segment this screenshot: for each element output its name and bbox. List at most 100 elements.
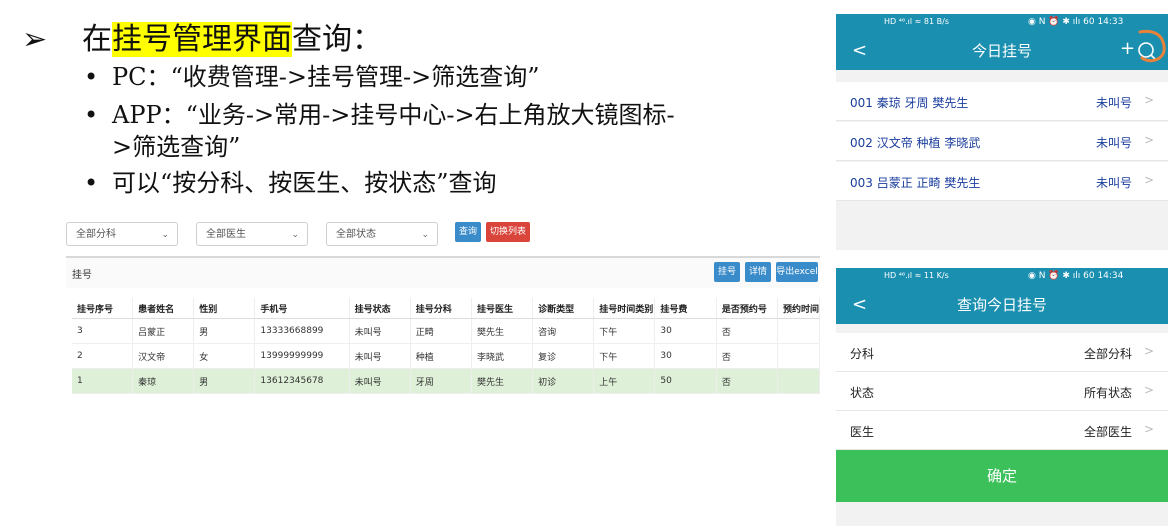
- list-item[interactable]: 003 吕蒙正 正畸 樊先生 未叫号 >: [836, 162, 1168, 201]
- list-item-text: 002 汉文帝 种植 李晓武: [850, 136, 981, 150]
- list-item-status: 未叫号: [1095, 96, 1132, 110]
- details-button[interactable]: 详情: [745, 262, 771, 282]
- select-value: 全部医生: [206, 229, 246, 240]
- column-header[interactable]: 挂号序号: [72, 298, 134, 319]
- option-value: 所有状态: [1083, 386, 1132, 400]
- bullet-app: • APP：“业务->常用->挂号中心->右上角放大镜图标-: [84, 100, 675, 130]
- table-cell: 李晓武: [471, 343, 534, 369]
- table-cell: 1: [72, 368, 134, 394]
- pc-registration-panel: 全部分科 ⌄ 全部医生 ⌄ 全部状态 ⌄ 查询 切换列表 挂号 挂号 详情 导出…: [66, 218, 821, 410]
- table-cell: 下午: [593, 343, 656, 369]
- table-cell: 否: [716, 343, 778, 369]
- app-header: HD ⁴⁶.ıl ≈ 11 K/s ◉ N ⏰ ✱ ılı 60 14:34 <…: [836, 268, 1168, 324]
- table-cell: [777, 318, 821, 344]
- table-cell: 13999999999: [254, 343, 350, 369]
- table-cell: 13333668899: [254, 318, 350, 344]
- table-cell: [777, 368, 821, 394]
- slide-heading: ➢ 在挂号管理界面查询：: [22, 14, 382, 58]
- column-header[interactable]: 诊断类型: [532, 298, 595, 319]
- status-left: HD ⁴⁶.ıl ≈ 81 B/s: [884, 17, 949, 26]
- table-row[interactable]: 3 吕蒙正男 13333668899 未叫号 正畸 樊先生 咨询 下午 30 否: [72, 318, 821, 344]
- chevron-down-icon: ⌄: [421, 230, 429, 240]
- chevron-right-icon: >: [1143, 93, 1154, 107]
- confirm-button[interactable]: 确定: [836, 450, 1168, 502]
- column-header[interactable]: 挂号分科: [410, 298, 472, 319]
- table-cell: 30: [654, 318, 717, 344]
- column-header[interactable]: 挂号费: [654, 298, 717, 319]
- registration-toolbar: 挂号 挂号 详情 导出excel: [66, 256, 820, 288]
- table-row[interactable]: 1 秦琼男 13612345678 未叫号 牙周 樊先生 初诊 上午 50 否: [72, 368, 821, 394]
- bullet-dot: •: [84, 169, 99, 197]
- table-cell: 上午: [593, 368, 656, 394]
- table-cell: 男: [193, 368, 256, 394]
- table-cell: 种植: [410, 343, 472, 369]
- table-cell: 咨询: [532, 318, 595, 344]
- table-cell: 否: [716, 318, 778, 344]
- table-header-row: 挂号序号 患者姓名 性别 手机号 挂号状态 挂号分科 挂号医生 诊断类型 挂号时间类别 挂号费 是否…: [72, 298, 821, 319]
- select-value: 全部状态: [336, 229, 376, 240]
- query-button[interactable]: 查询: [455, 222, 481, 242]
- heading-suffix: 查询：: [292, 22, 382, 57]
- switch-list-button[interactable]: 切换列表: [486, 222, 530, 242]
- register-button[interactable]: 挂号: [714, 262, 740, 282]
- export-excel-button[interactable]: 导出excel: [776, 262, 818, 282]
- column-header[interactable]: 患者姓名: [132, 298, 195, 319]
- table-cell: 男: [193, 318, 256, 344]
- status-filter-select[interactable]: 全部状态 ⌄: [326, 222, 438, 246]
- status-option[interactable]: 状态 所有状态 >: [836, 372, 1168, 411]
- table-row[interactable]: 2 汉文帝女 13999999999 未叫号 种植 李晓武 复诊 下午 30 否: [72, 343, 821, 369]
- arrow-bullet-icon: ➢: [22, 22, 48, 57]
- bullet-dot: •: [84, 63, 99, 91]
- chevron-down-icon: ⌄: [161, 230, 169, 240]
- list-item-text: 003 吕蒙正 正畸 樊先生: [850, 176, 981, 190]
- option-value: 全部分科: [1083, 347, 1132, 361]
- status-right: ◉ N ⏰ ✱ ılı 60 14:33: [1028, 17, 1124, 27]
- column-header[interactable]: 挂号医生: [471, 298, 534, 319]
- chevron-right-icon: >: [1143, 344, 1154, 358]
- list-item[interactable]: 002 汉文帝 种植 李晓武 未叫号 >: [836, 122, 1168, 161]
- add-icon[interactable]: +: [1120, 38, 1135, 59]
- bullet-app-cont: >筛选查询”: [112, 132, 240, 162]
- column-header[interactable]: 手机号: [254, 298, 350, 319]
- bullet-text: APP：“业务->常用->挂号中心->右上角放大镜图标-: [112, 101, 675, 129]
- table-cell: 复诊: [532, 343, 595, 369]
- status-left: HD ⁴⁶.ıl ≈ 11 K/s: [884, 271, 949, 280]
- table-cell: 秦琼: [132, 368, 195, 394]
- chevron-right-icon: >: [1143, 133, 1154, 147]
- department-option[interactable]: 分科 全部分科 >: [836, 333, 1168, 372]
- table-cell: 30: [654, 343, 717, 369]
- status-right: ◉ N ⏰ ✱ ılı 60 14:34: [1028, 271, 1124, 281]
- column-header[interactable]: 挂号状态: [349, 298, 411, 319]
- table-cell: 50: [654, 368, 717, 394]
- chevron-right-icon: >: [1143, 383, 1154, 397]
- option-label: 医生: [850, 425, 875, 439]
- list-item-status: 未叫号: [1095, 176, 1132, 190]
- heading-prefix: 在: [82, 22, 112, 57]
- toolbar-title: 挂号: [72, 270, 92, 281]
- column-header[interactable]: 是否预约号: [716, 298, 778, 319]
- chevron-right-icon: >: [1143, 422, 1154, 436]
- registration-table: 挂号序号 患者姓名 性别 手机号 挂号状态 挂号分科 挂号医生 诊断类型 挂号时间类别 挂号费 是否…: [72, 298, 821, 394]
- heading-highlight: 挂号管理界面: [112, 22, 292, 57]
- doctor-filter-select[interactable]: 全部医生 ⌄: [196, 222, 308, 246]
- table-cell: 未叫号: [349, 368, 411, 394]
- chevron-right-icon: >: [1143, 173, 1154, 187]
- doctor-option[interactable]: 医生 全部医生 >: [836, 411, 1168, 450]
- list-item[interactable]: 001 秦琼 牙周 樊先生 未叫号 >: [836, 82, 1168, 121]
- bullet-text: >筛选查询”: [112, 133, 241, 161]
- column-header[interactable]: 预约时间: [777, 298, 821, 319]
- department-filter-select[interactable]: 全部分科 ⌄: [66, 222, 178, 246]
- table-cell: 正畸: [410, 318, 472, 344]
- column-header[interactable]: 性别: [193, 298, 256, 319]
- column-header[interactable]: 挂号时间类别: [593, 298, 656, 319]
- table-cell: 吕蒙正: [132, 318, 195, 344]
- table-cell: 2: [72, 343, 134, 369]
- table-cell: 女: [193, 343, 256, 369]
- bullet-filters: • 可以“按分科、按医生、按状态”查询: [84, 168, 497, 198]
- table-cell: 樊先生: [471, 368, 534, 394]
- bullet-dot: •: [84, 101, 99, 129]
- app-query-registrations: HD ⁴⁶.ıl ≈ 11 K/s ◉ N ⏰ ✱ ılı 60 14:34 <…: [836, 268, 1168, 526]
- status-bar: HD ⁴⁶.ıl ≈ 11 K/s ◉ N ⏰ ✱ ılı 60 14:34: [836, 268, 1168, 288]
- table-cell: 樊先生: [471, 318, 534, 344]
- table-cell: 3: [72, 318, 134, 344]
